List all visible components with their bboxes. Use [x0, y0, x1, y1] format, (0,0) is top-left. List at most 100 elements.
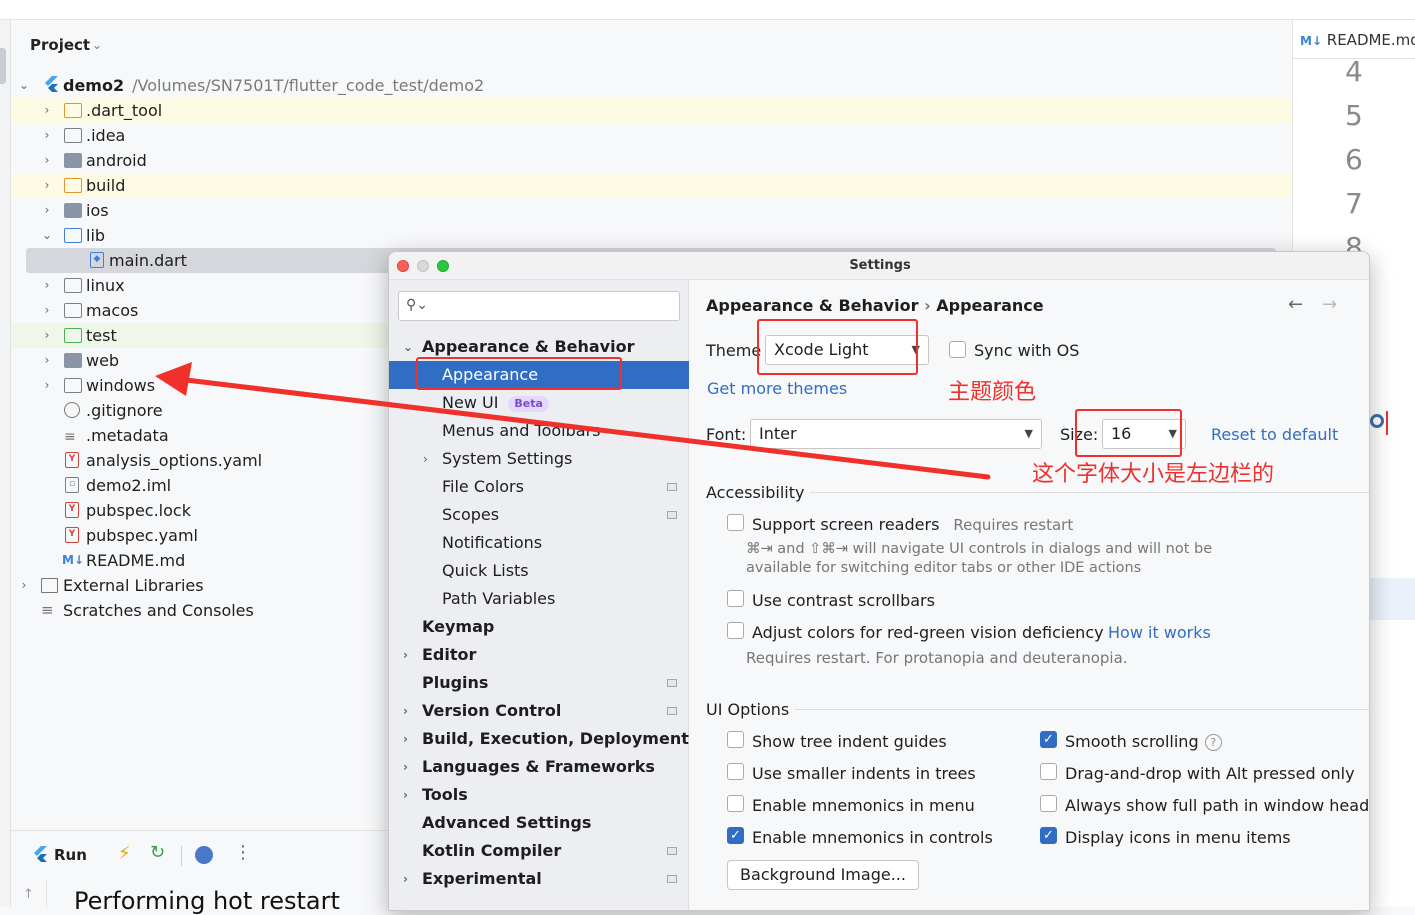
- gutter-target-icon[interactable]: [1370, 414, 1384, 428]
- folder-icon: [64, 103, 82, 118]
- chevron-right-icon[interactable]: ›: [17, 573, 31, 598]
- font-select[interactable]: Inter ▼: [750, 419, 1042, 449]
- nav-file-colors[interactable]: File Colors: [389, 473, 689, 501]
- tree-item[interactable]: › build: [11, 173, 1291, 198]
- chevron-right-icon[interactable]: ›: [40, 273, 54, 298]
- folder-icon: [64, 228, 82, 243]
- screen-readers-note: ⌘⇥ and ⇧⌘⇥ will navigate UI controls in …: [746, 541, 1213, 557]
- chevron-right-icon[interactable]: ›: [40, 373, 54, 398]
- nav-system-settings[interactable]: › System Settings: [389, 445, 689, 473]
- sync-os-checkbox[interactable]: [949, 341, 966, 358]
- console-output: Performing hot restart: [74, 887, 340, 915]
- tree-root[interactable]: ⌄ demo2/Volumes/SN7501T/flutter_code_tes…: [11, 73, 1291, 98]
- chevron-down-icon[interactable]: ⌄: [40, 223, 54, 248]
- display-icons-checkbox[interactable]: ✓: [1040, 827, 1057, 844]
- nav-experimental[interactable]: › Experimental: [389, 865, 689, 893]
- tree-indent-checkbox[interactable]: [727, 731, 744, 748]
- chevron-right-icon[interactable]: ›: [423, 445, 428, 473]
- full-path-checkbox[interactable]: [1040, 795, 1057, 812]
- nav-notifications[interactable]: Notifications: [389, 529, 689, 557]
- chevron-right-icon[interactable]: ›: [40, 173, 54, 198]
- chevron-right-icon[interactable]: ›: [403, 697, 408, 725]
- chevron-right-icon[interactable]: ›: [40, 323, 54, 348]
- hot-reload-icon[interactable]: ⚡: [118, 843, 131, 864]
- chevron-down-icon[interactable]: ⌄: [17, 73, 31, 98]
- tree-item[interactable]: › android: [11, 148, 1291, 173]
- chevron-right-icon[interactable]: ›: [40, 198, 54, 223]
- tree-item[interactable]: › .idea: [11, 123, 1291, 148]
- chevron-down-icon[interactable]: ⌄: [403, 333, 413, 361]
- close-window-button[interactable]: [397, 260, 409, 272]
- folder-icon: [64, 328, 82, 343]
- chevron-right-icon[interactable]: ›: [403, 641, 408, 669]
- nav-keymap[interactable]: Keymap: [389, 613, 689, 641]
- how-it-works-link[interactable]: How it works: [1108, 623, 1211, 642]
- chevron-right-icon[interactable]: ›: [40, 123, 54, 148]
- help-icon[interactable]: ?: [1204, 734, 1222, 751]
- project-tool-tab[interactable]: [0, 48, 6, 84]
- scratches-icon: ≡: [41, 601, 54, 619]
- nav-editor[interactable]: › Editor: [389, 641, 689, 669]
- chevron-down-icon[interactable]: ⌄: [92, 38, 102, 52]
- nav-kotlin[interactable]: Kotlin Compiler: [389, 837, 689, 865]
- dart-file-icon: ◆: [90, 252, 104, 268]
- display-icons-label: Display icons in menu items: [1065, 828, 1291, 847]
- nav-advanced[interactable]: Advanced Settings: [389, 809, 689, 837]
- folder-icon: [64, 303, 82, 318]
- chevron-right-icon[interactable]: ›: [403, 865, 408, 893]
- smooth-scrolling-checkbox[interactable]: ✓: [1040, 731, 1057, 748]
- size-highlight-box: [1075, 409, 1182, 457]
- more-options-icon[interactable]: ⋮: [234, 842, 252, 863]
- folder-icon: [64, 378, 82, 393]
- mnemonics-menu-checkbox[interactable]: [727, 795, 744, 812]
- chevron-right-icon[interactable]: ›: [40, 298, 54, 323]
- chevron-right-icon[interactable]: ›: [403, 781, 408, 809]
- get-more-themes-link[interactable]: Get more themes: [707, 379, 847, 398]
- chevron-right-icon[interactable]: ›: [40, 148, 54, 173]
- nav-new-ui[interactable]: New UI Beta: [389, 389, 689, 417]
- minimize-window-button[interactable]: [417, 260, 429, 272]
- adjust-colors-checkbox[interactable]: [727, 622, 744, 639]
- zoom-window-button[interactable]: [437, 260, 449, 272]
- devtools-icon[interactable]: [195, 846, 213, 864]
- editor-tab[interactable]: M↓ README.md: [1300, 31, 1415, 49]
- nav-version-control[interactable]: › Version Control: [389, 697, 689, 725]
- mnemonics-controls-checkbox[interactable]: ✓: [727, 827, 744, 844]
- run-tab-label[interactable]: Run: [54, 846, 87, 864]
- tree-indent-label: Show tree indent guides: [752, 732, 947, 751]
- smooth-scrolling-label: Smooth scrolling?: [1065, 732, 1222, 751]
- smaller-indents-checkbox[interactable]: [727, 763, 744, 780]
- chevron-right-icon[interactable]: ›: [403, 753, 408, 781]
- nav-tools[interactable]: › Tools: [389, 781, 689, 809]
- tree-item[interactable]: › .dart_tool: [11, 98, 1291, 123]
- chevron-right-icon[interactable]: ›: [403, 725, 408, 753]
- text-file-icon: ≡: [64, 429, 76, 445]
- nav-plugins[interactable]: Plugins: [389, 669, 689, 697]
- hot-restart-icon[interactable]: ↻: [150, 842, 165, 863]
- nav-path-variables[interactable]: Path Variables: [389, 585, 689, 613]
- settings-search-input[interactable]: ⚲⌄: [398, 291, 680, 321]
- screen-readers-checkbox[interactable]: [727, 514, 744, 531]
- drag-drop-checkbox[interactable]: [1040, 763, 1057, 780]
- tree-item[interactable]: ⌄ lib: [11, 223, 1291, 248]
- nav-build[interactable]: › Build, Execution, Deployment: [389, 725, 689, 753]
- nav-scopes[interactable]: Scopes: [389, 501, 689, 529]
- back-arrow-icon[interactable]: ←: [1288, 294, 1303, 315]
- project-header[interactable]: Project: [30, 36, 90, 54]
- chevron-right-icon[interactable]: ›: [40, 98, 54, 123]
- project-level-icon: [667, 483, 677, 491]
- screen-readers-label: Support screen readers Requires restart: [752, 515, 1074, 534]
- forward-arrow-icon[interactable]: →: [1322, 294, 1337, 315]
- tree-item[interactable]: › ios: [11, 198, 1291, 223]
- scroll-up-icon[interactable]: ↑: [11, 880, 47, 907]
- nav-menus-toolbars[interactable]: Menus and Toolbars: [389, 417, 689, 445]
- contrast-scrollbars-checkbox[interactable]: [727, 590, 744, 607]
- mnemonics-controls-label: Enable mnemonics in controls: [752, 828, 993, 847]
- background-image-button[interactable]: Background Image...: [727, 860, 919, 890]
- nav-quick-lists[interactable]: Quick Lists: [389, 557, 689, 585]
- reset-default-link[interactable]: Reset to default: [1211, 425, 1338, 444]
- nav-languages[interactable]: › Languages & Frameworks: [389, 753, 689, 781]
- markdown-icon: M↓: [1300, 34, 1322, 48]
- accessibility-heading: Accessibility: [706, 483, 805, 502]
- chevron-right-icon[interactable]: ›: [40, 348, 54, 373]
